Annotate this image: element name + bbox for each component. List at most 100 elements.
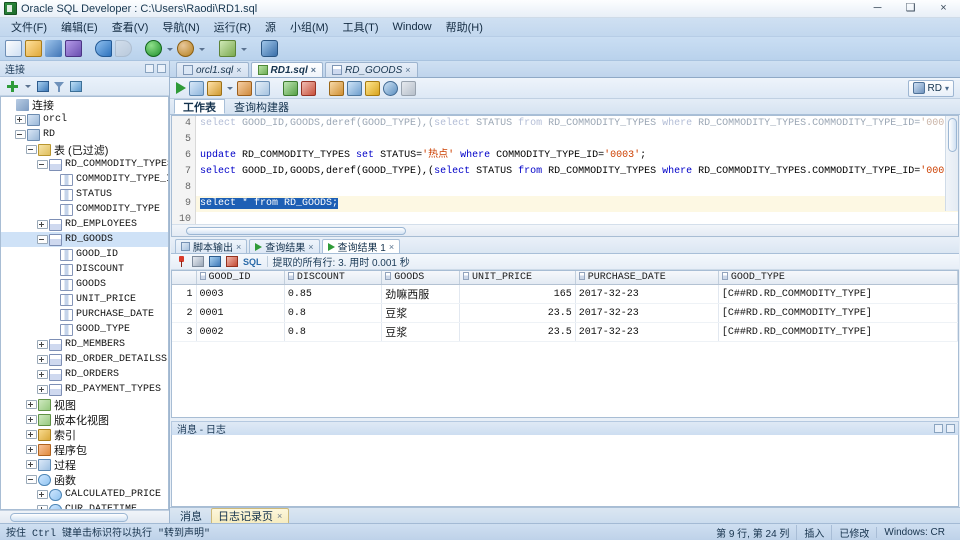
bottom-tab[interactable]: 日志记录页 × xyxy=(211,508,290,523)
run-icon[interactable] xyxy=(145,40,162,57)
refresh-icon[interactable] xyxy=(209,256,221,267)
save-all-icon[interactable] xyxy=(65,40,82,57)
code-lines[interactable]: select GOOD_ID,GOODS,deref(GOOD_TYPE),(s… xyxy=(196,116,958,224)
tree-node[interactable]: CUR_DATETIME xyxy=(1,502,168,509)
tree-node[interactable]: 视图 xyxy=(1,397,168,412)
grid-cell[interactable]: 2017-32-23 xyxy=(575,322,719,342)
new-file-icon[interactable] xyxy=(5,40,22,57)
tree-node[interactable]: STATUS xyxy=(1,187,168,202)
close-icon[interactable]: × xyxy=(311,65,316,75)
tree-node[interactable]: PURCHASE_DATE xyxy=(1,307,168,322)
editor-hscroll-thumb[interactable] xyxy=(186,226,406,235)
expand-icon[interactable] xyxy=(37,370,48,379)
grid-cell[interactable]: 0003 xyxy=(196,284,285,304)
caret-icon[interactable] xyxy=(225,80,234,96)
print-icon[interactable] xyxy=(192,256,204,267)
collapse-icon[interactable] xyxy=(26,475,37,484)
menu-item-2[interactable]: 查看(V) xyxy=(105,18,156,36)
menu-item-0[interactable]: 文件(F) xyxy=(4,18,54,36)
close-button[interactable]: × xyxy=(927,0,960,18)
menu-item-6[interactable]: 小组(M) xyxy=(283,18,336,36)
tree-node[interactable]: COMMODITY_TYPE xyxy=(1,202,168,217)
close-icon[interactable]: × xyxy=(389,242,394,252)
menu-item-1[interactable]: 编辑(E) xyxy=(54,18,105,36)
code-line[interactable]: select * from RD_GOODS; xyxy=(196,196,958,212)
tree-node[interactable]: RD_MEMBERS xyxy=(1,337,168,352)
tree-node[interactable]: UNIT_PRICE xyxy=(1,292,168,307)
run-script-icon[interactable] xyxy=(189,80,204,96)
tree-node[interactable]: 表 (已过滤) xyxy=(1,142,168,157)
grid-cell[interactable]: 0.8 xyxy=(284,303,383,323)
grid-cell[interactable]: 165 xyxy=(459,284,576,304)
code-line[interactable]: select GOOD_ID,GOODS,deref(GOOD_TYPE),(s… xyxy=(196,164,958,180)
close-icon[interactable]: × xyxy=(405,65,410,75)
result-tab[interactable]: 查询结果 1 × xyxy=(321,239,401,254)
refresh-icon[interactable] xyxy=(37,80,49,92)
expand-icon[interactable] xyxy=(26,400,37,409)
debug-icon[interactable] xyxy=(219,40,236,57)
maximize-button[interactable]: ❑ xyxy=(894,0,927,18)
dropdown-caret-icon[interactable] xyxy=(23,78,32,94)
unshared-sql-icon[interactable] xyxy=(329,80,344,96)
search-db-icon[interactable] xyxy=(261,40,278,57)
message-panel-minimize-icon[interactable] xyxy=(946,424,955,433)
rollback-icon[interactable] xyxy=(301,80,316,96)
grid-cell[interactable]: 豆浆 xyxy=(381,303,460,323)
new-connection-icon[interactable] xyxy=(6,80,18,92)
grid-cell[interactable]: 劲嘛西服 xyxy=(381,284,460,304)
tree-node[interactable]: RD xyxy=(1,127,168,142)
grid-cell[interactable]: [C##RD.RD_COMMODITY_TYPE] xyxy=(718,322,958,342)
close-icon[interactable]: × xyxy=(308,242,313,252)
grid-cell[interactable]: 0.8 xyxy=(284,322,383,342)
tree-node[interactable]: RD_GOODS xyxy=(1,232,168,247)
tree-node[interactable]: 程序包 xyxy=(1,442,168,457)
bottom-tab[interactable]: 消息 xyxy=(174,508,208,523)
result-tab[interactable]: 脚本输出 × xyxy=(175,239,248,254)
save-icon[interactable] xyxy=(45,40,62,57)
result-grid[interactable]: GOOD_ID DISCOUNT GOODS UNIT_PRICE PURCHASE_D… xyxy=(172,271,958,342)
explain-plan-icon[interactable] xyxy=(207,80,222,96)
grid-cell[interactable]: [C##RD.RD_COMMODITY_TYPE] xyxy=(718,284,958,304)
panel-dropdown-icon[interactable] xyxy=(145,64,154,73)
expand-icon[interactable] xyxy=(37,490,48,499)
editor-horizontal-scrollbar[interactable] xyxy=(172,224,958,236)
worksheet-tab[interactable]: 工作表 xyxy=(174,99,225,114)
format-icon[interactable] xyxy=(365,80,380,96)
filter-icon[interactable] xyxy=(54,81,65,92)
grid-cell[interactable]: [C##RD.RD_COMMODITY_TYPE] xyxy=(718,303,958,323)
expand-icon[interactable] xyxy=(26,430,37,439)
connections-tree[interactable]: 连接 orcl RD 表 (已过滤) RD_COMMODITY_TYPES COMMODI… xyxy=(0,96,169,510)
table-row[interactable]: 1 0003 0.85 劲嘛西服 165 2017-32-23 [C##RD.RD_COMM… xyxy=(172,284,958,304)
undo-icon[interactable] xyxy=(95,40,112,57)
tree-node[interactable]: GOOD_ID xyxy=(1,247,168,262)
pin-icon[interactable] xyxy=(176,256,187,267)
expand-icon[interactable] xyxy=(37,505,48,509)
forward-dropdown-caret-icon[interactable] xyxy=(197,41,206,57)
menu-item-7[interactable]: 工具(T) xyxy=(335,18,385,36)
document-tab[interactable]: RD1.sql × xyxy=(250,62,324,77)
result-grid-container[interactable]: GOOD_ID DISCOUNT GOODS UNIT_PRICE PURCHASE_D… xyxy=(171,270,959,418)
column-header[interactable]: PURCHASE_DATE xyxy=(575,271,719,285)
collapse-icon[interactable] xyxy=(15,130,26,139)
grid-cell[interactable]: 0001 xyxy=(196,303,285,323)
code-line[interactable]: select GOOD_ID,GOODS,deref(GOOD_TYPE),(s… xyxy=(196,116,958,132)
commit-icon[interactable] xyxy=(283,80,298,96)
tree-node[interactable]: COMMODITY_TYPE_ID xyxy=(1,172,168,187)
compile-icon[interactable] xyxy=(347,80,362,96)
column-header[interactable]: DISCOUNT xyxy=(284,271,383,285)
grid-cell[interactable]: 2017-32-23 xyxy=(575,303,719,323)
run-dropdown-caret-icon[interactable] xyxy=(165,41,174,57)
editor-scroll-thumb[interactable] xyxy=(948,118,957,152)
expand-icon[interactable] xyxy=(15,115,26,124)
grid-cell[interactable]: 0002 xyxy=(196,322,285,342)
expand-icon[interactable] xyxy=(37,355,48,364)
menu-item-5[interactable]: 源 xyxy=(258,18,283,36)
connection-box[interactable]: RD ▾ xyxy=(907,79,954,97)
tree-node[interactable]: CALCULATED_PRICE xyxy=(1,487,168,502)
expand-icon[interactable] xyxy=(37,385,48,394)
panel-minimize-icon[interactable] xyxy=(157,64,166,73)
menu-item-9[interactable]: 帮助(H) xyxy=(439,18,490,36)
message-panel-dropdown-icon[interactable] xyxy=(934,424,943,433)
code-line[interactable]: update RD_COMMODITY_TYPES set STATUS='热点… xyxy=(196,148,958,164)
code-line[interactable] xyxy=(196,212,958,224)
